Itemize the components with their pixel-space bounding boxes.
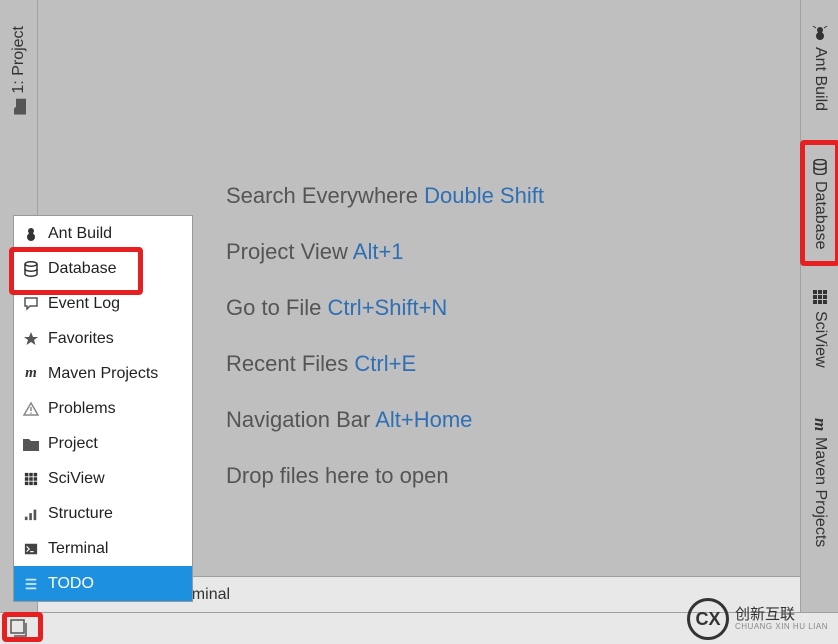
warning-icon (22, 400, 40, 418)
ant-build-tab[interactable]: Ant Build (801, 8, 838, 128)
terminal-icon (22, 540, 40, 558)
sciview-label: SciView (811, 311, 829, 368)
list-icon (22, 575, 40, 593)
square-stack-icon (10, 619, 30, 637)
database-icon (22, 260, 40, 278)
folder-icon (22, 435, 40, 453)
menu-item-project[interactable]: Project (14, 426, 192, 461)
maven-projects-tab[interactable]: m Maven Projects (801, 398, 838, 568)
maven-m-icon: m (22, 365, 40, 383)
ant-icon (812, 25, 828, 41)
right-tool-strip: Ant Build Database SciView m Maven Proje… (800, 0, 838, 644)
menu-item-favorites[interactable]: Favorites (14, 321, 192, 356)
menu-item-event-log[interactable]: Event Log (14, 286, 192, 321)
database-label: Database (811, 181, 829, 250)
tool-window-popup: Ant Build Database Event Log Favorites m… (13, 215, 193, 602)
database-icon (812, 159, 828, 175)
grid-icon (812, 289, 828, 305)
menu-item-todo[interactable]: TODO (14, 566, 192, 601)
menu-item-terminal[interactable]: Terminal (14, 531, 192, 566)
menu-item-maven-projects[interactable]: m Maven Projects (14, 356, 192, 391)
project-tab[interactable]: 1: Project (0, 10, 38, 130)
database-tab[interactable]: Database (801, 148, 838, 260)
maven-m-icon: m (810, 418, 830, 431)
menu-item-ant-build[interactable]: Ant Build (14, 216, 192, 251)
welcome-text: Search Everywhere Double Shift Project V… (226, 168, 544, 504)
menu-item-problems[interactable]: Problems (14, 391, 192, 426)
grid-icon (22, 470, 40, 488)
folder-icon (12, 99, 26, 115)
speech-bubble-icon (22, 295, 40, 313)
structure-icon (22, 505, 40, 523)
sciview-tab[interactable]: SciView (801, 278, 838, 378)
maven-projects-label: Maven Projects (811, 437, 829, 547)
menu-item-sciview[interactable]: SciView (14, 461, 192, 496)
menu-item-structure[interactable]: Structure (14, 496, 192, 531)
project-tab-label: 1: Project (10, 26, 28, 94)
menu-item-database[interactable]: Database (14, 251, 192, 286)
star-icon (22, 330, 40, 348)
ant-build-label: Ant Build (811, 47, 829, 111)
tool-windows-toggle[interactable] (10, 619, 30, 637)
watermark-logo: CX (687, 598, 729, 640)
ant-icon (22, 225, 40, 243)
watermark: CX 创新互联 CHUANG XIN HU LIAN (687, 598, 828, 640)
